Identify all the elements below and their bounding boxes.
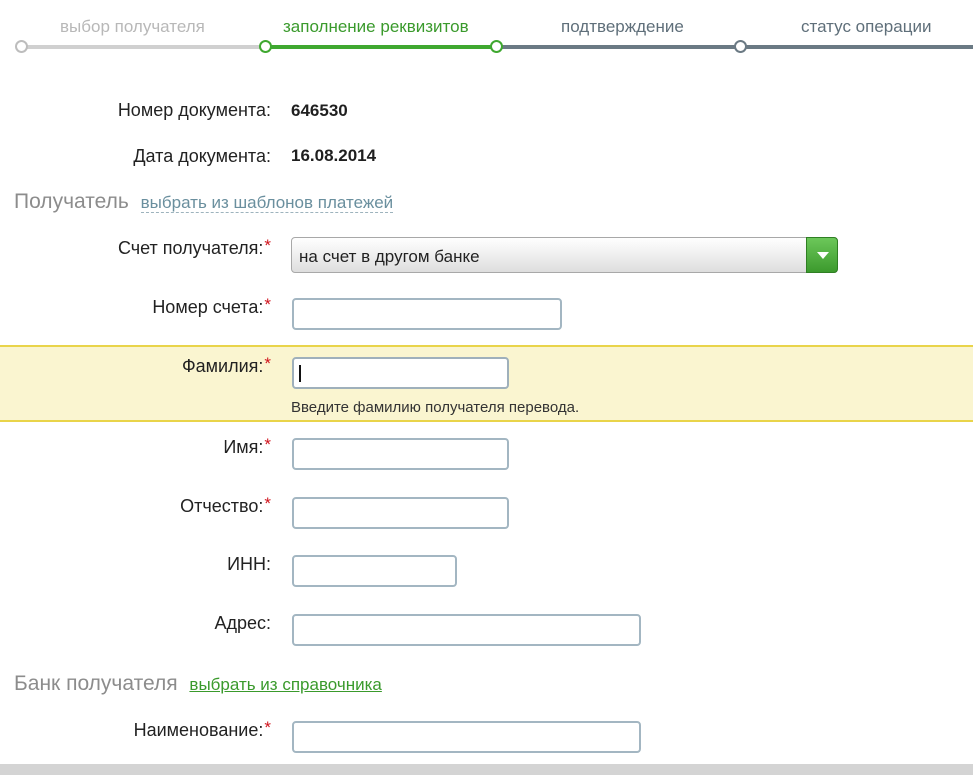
step-operation-status: статус операции [801,17,932,36]
step-track-done [20,45,266,49]
inn-input[interactable] [292,555,457,587]
required-mark: * [264,435,271,454]
required-mark: * [264,354,271,373]
name-input[interactable] [292,438,509,470]
step-fill-details: заполнение реквизитов [283,17,469,36]
bank-name-label: Наименование:* [133,718,271,741]
step-track-active [266,45,497,49]
account-number-label-text: Номер счета: [152,297,264,317]
choose-from-templates-link[interactable]: выбрать из шаблонов платежей [140,193,394,213]
address-label: Адрес: [214,613,271,633]
bank-section-title: Банк получателя выбрать из справочника [14,672,382,696]
required-mark: * [264,494,271,513]
bank-name-input[interactable] [292,721,641,753]
required-mark: * [264,718,271,737]
account-type-selected-value: на счет в другом банке [299,247,480,266]
bank-section-heading: Банк получателя [14,672,178,695]
surname-input[interactable] [292,357,509,389]
document-date-value: 16.08.2014 [291,146,377,165]
step-dot-3 [490,40,503,53]
required-mark: * [264,236,271,255]
name-label: Имя:* [223,435,271,458]
step-dot-1 [15,40,28,53]
recipient-section-heading: Получатель [14,190,129,213]
account-type-select[interactable]: на счет в другом банке [291,237,838,273]
account-number-input[interactable] [292,298,562,330]
document-date-label: Дата документа: [133,146,271,166]
progress-steps: выбор получателя заполнение реквизитов п… [0,0,973,60]
address-input[interactable] [292,614,641,646]
bank-name-label-text: Наименование: [133,720,264,740]
step-confirmation: подтверждение [561,17,684,36]
bottom-divider [0,764,973,775]
patronymic-input[interactable] [292,497,509,529]
text-caret [299,365,301,382]
step-select-recipient: выбор получателя [60,17,205,36]
surname-label: Фамилия:* [181,354,271,377]
surname-hint: Введите фамилию получателя перевода. [291,399,580,416]
recipient-section-title: Получатель выбрать из шаблонов платежей [14,190,394,214]
step-dot-2 [259,40,272,53]
chevron-down-icon [817,252,829,259]
inn-label: ИНН: [227,554,271,574]
patronymic-label: Отчество:* [180,494,271,517]
account-type-label-text: Счет получателя: [117,238,264,258]
dropdown-button[interactable] [806,237,838,273]
step-dot-4 [734,40,747,53]
account-number-label: Номер счета:* [152,295,271,318]
required-mark: * [264,295,271,314]
account-type-label: Счет получателя:* [117,236,271,259]
document-number-label: Номер документа: [117,100,271,120]
choose-from-directory-link[interactable]: выбрать из справочника [189,675,381,694]
name-label-text: Имя: [223,437,264,457]
document-number-value: 646530 [291,101,348,120]
surname-label-text: Фамилия: [181,356,264,376]
patronymic-label-text: Отчество: [180,496,264,516]
